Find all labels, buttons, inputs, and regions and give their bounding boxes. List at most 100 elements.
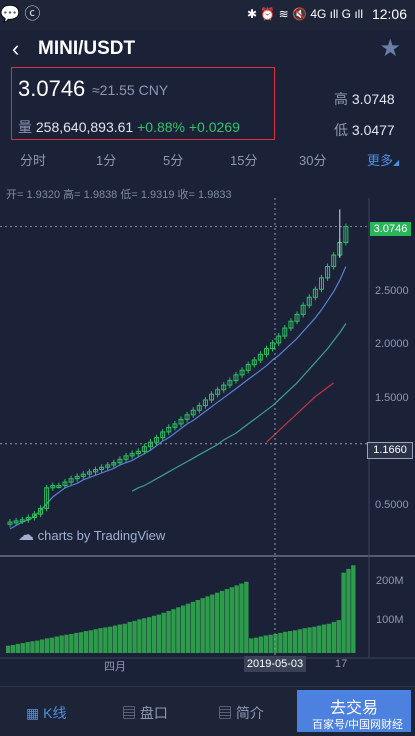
nav-kline-label: K线 [43,705,67,721]
price-axis-label: 0.5000 [375,499,409,511]
time-axis-label: 四月 [104,661,126,673]
volume-bar [59,635,64,653]
volume-bar [146,617,152,653]
volume-bar [200,598,205,653]
moving-averages [9,266,347,530]
cloud-icon: ☁ [18,527,34,544]
volume-bar [161,612,166,653]
price-axis-label: 2.0000 [375,338,409,350]
volume-bar [341,572,346,653]
tradingview-watermark[interactable]: ☁ charts by TradingView [18,525,165,545]
volume-bar [297,629,303,653]
nav-kline[interactable]: ▦ K线 [26,703,66,723]
low-value: 3.0477 [351,122,395,138]
volume-bar [205,596,210,653]
low-label: 低 [334,122,348,138]
volume-row: 量 258,640,893.61 +0.88% +0.0269 [18,117,240,137]
volume-bar [287,631,293,653]
volume-bar [10,644,16,653]
timeframe-tabs: 分时 1分 5分 15分 30分 更多◢ [0,150,415,172]
change-absolute: +0.0269 [188,119,240,135]
volume-bar [171,609,176,653]
tab-1min[interactable]: 1分 [96,150,116,169]
document-icon: ▤ [218,705,232,721]
volume-bar [234,585,239,653]
orderbook-icon: ▤ [122,705,136,721]
volume-bar [142,618,147,653]
volume-bar [15,643,21,653]
volume-bar [224,589,230,653]
volume-bar [166,610,171,653]
volume-bar [181,605,186,653]
nav-intro[interactable]: ▤ 简介 [218,703,264,723]
last-price-tag: 3.0746 [370,222,411,236]
volume-bar [239,583,244,653]
volume-bar [292,630,298,653]
volume-bar [64,634,69,653]
volume-bars [6,565,356,653]
nav-intro-label: 简介 [235,705,264,721]
volume-bar [190,601,196,653]
time-axis-label: 17 [335,658,348,670]
volume-bar [229,587,234,653]
tab-30min[interactable]: 30分 [299,150,326,169]
volume-bar [40,639,45,653]
high-value: 3.0748 [351,91,395,107]
status-right-icons: ✱ ⏰ ≋ 🔇 4G ıll G ıll [246,7,363,21]
status-time: 12:06 [371,6,407,22]
volume-bar [20,643,25,653]
more-triangle-icon: ◢ [393,158,400,167]
volume-bar [78,632,84,653]
volume-bar [253,637,259,653]
kline-chart[interactable] [0,198,415,680]
cny-price: ≈21.55 CNY [92,82,169,98]
tab-timeshare[interactable]: 分时 [20,150,46,169]
volume-bar [30,641,35,653]
price-axis-label: 2.5000 [375,285,409,297]
back-icon[interactable]: ‹ [12,36,19,62]
volume-bar [108,626,113,653]
volume-bar [54,636,59,653]
volume-bar [44,638,50,653]
volume-bar [336,620,341,653]
volume-bar [331,621,337,653]
volume-bar [176,607,181,653]
volume-bar [69,634,74,653]
volume-bar [268,634,273,653]
volume-bar [74,632,79,653]
volume-value: 258,640,893.61 [35,119,134,135]
ma-short-line [9,266,347,530]
tab-15min[interactable]: 15分 [230,150,257,169]
crosshair [0,198,369,658]
high-label: 高 [334,91,348,107]
volume-bar [6,645,11,653]
volume-bar [312,626,317,653]
volume-bar [132,620,137,653]
volume-axis-label: 200M [376,575,404,587]
nav-orderbook[interactable]: ▤ 盘口 [122,703,168,723]
price-axis-label: 1.5000 [375,392,409,404]
volume-bar [151,615,157,653]
tab-more[interactable]: 更多◢ [367,150,399,169]
volume-bar [278,632,283,653]
favorite-star-icon[interactable]: ★ [379,34,401,63]
volume-bar [35,640,40,653]
volume-bar [258,636,264,653]
page-title: MINI/USDT [38,38,136,59]
volume-bar [98,628,103,653]
low-row: 低 3.0477 [334,120,395,140]
volume-bar [112,625,118,653]
crosshair-price-tag: 1.1660 [367,442,413,459]
tab-5min[interactable]: 5分 [163,150,183,169]
footer-watermark: 百家号/中国网财经 [312,719,404,731]
volume-bar [219,590,225,653]
ma-long-line [266,382,335,443]
volume-axis-label: 100M [376,614,404,626]
candlesticks [7,209,349,528]
volume-bar [156,614,162,653]
volume-bar [326,623,332,653]
volume-bar [346,568,351,653]
volume-bar [49,637,55,653]
volume-bar [83,631,89,653]
volume-bar [249,638,254,653]
